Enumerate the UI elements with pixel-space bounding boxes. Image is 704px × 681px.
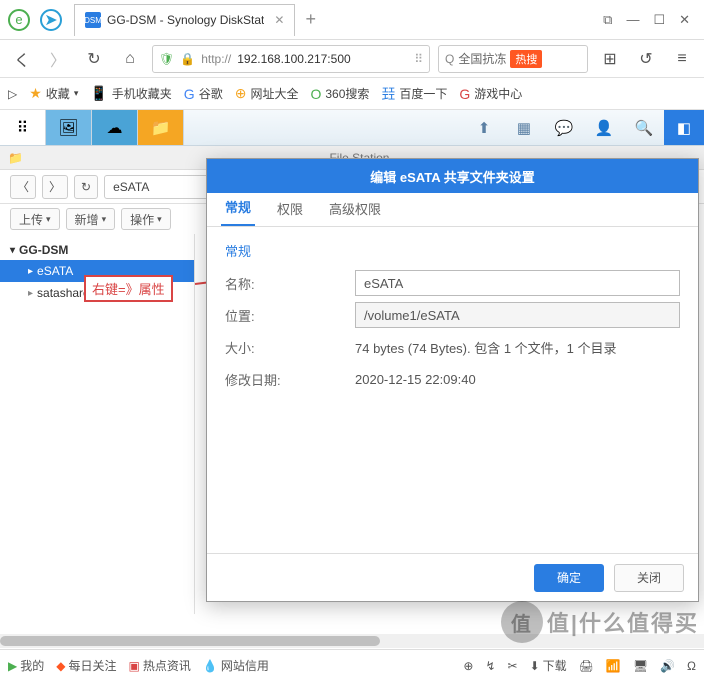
browser-statusbar: ▶我的 ◆每日关注 ▣热点资讯 💧网站信用 ⊕ ↯ ✂ ⬇下载 🖨 📶 🖥 🔊 … — [0, 649, 704, 681]
status-icon3[interactable]: ✂ — [508, 659, 518, 673]
close-button[interactable]: 关闭 — [614, 564, 684, 592]
status-download[interactable]: ⬇下载 — [530, 657, 567, 674]
tree-root[interactable]: ▾GG-DSM — [0, 240, 194, 260]
bookmark-360[interactable]: O360搜索 — [310, 85, 369, 102]
tab-close-icon[interactable]: ✕ — [274, 13, 284, 27]
modified-value: 2020-12-15 22:09:40 — [355, 372, 680, 387]
forward-button[interactable]: 〉 — [44, 45, 72, 73]
window-maximize-icon[interactable]: ☐ — [653, 12, 665, 28]
window-close-icon[interactable]: ✕ — [679, 12, 690, 28]
dsm-upload-icon[interactable]: ⬆ — [464, 110, 504, 145]
window-restore-icon[interactable]: ⧉ — [603, 12, 612, 28]
create-button[interactable]: 新增▾ — [66, 208, 116, 230]
window-minimize-icon[interactable]: — — [626, 12, 639, 28]
qr-icon[interactable]: ⠿ — [414, 52, 423, 66]
bookmarks-bar: ▷ ★收藏▾ 📱手机收藏夹 G谷歌 ⊕网址大全 O360搜索 㠭百度一下 G游戏… — [0, 78, 704, 110]
tab-advanced-permission[interactable]: 高级权限 — [325, 191, 385, 226]
section-header: 常规 — [225, 241, 680, 260]
name-label: 名称: — [225, 274, 355, 293]
dsm-widget-icon[interactable]: ▦ — [504, 110, 544, 145]
address-bar: く 〉 ↻ ⌂ 🛡 🔒 http:// 192.168.100.217:500 ⠿… — [0, 40, 704, 78]
dsm-apps-icon[interactable]: ⠿ — [0, 110, 46, 145]
dialog-body: 常规 名称: eSATA 位置: /volume1/eSATA 大小: 74 b… — [207, 227, 698, 553]
url-text: 192.168.100.217:500 — [237, 52, 350, 66]
tab-permission[interactable]: 权限 — [273, 191, 307, 226]
annotation-label: 右键=》属性 — [84, 275, 173, 302]
status-zoom[interactable]: Ω — [687, 659, 696, 673]
location-label: 位置: — [225, 306, 355, 325]
reload-button[interactable]: ↻ — [80, 45, 108, 73]
bookmark-google[interactable]: G谷歌 — [184, 85, 223, 102]
dialog-title: 编辑 eSATA 共享文件夹设置 — [207, 159, 698, 193]
nav-refresh-button[interactable]: ↻ — [74, 175, 98, 199]
watermark: 值值|什么值得买 — [501, 601, 699, 643]
dsm-cloud-icon[interactable]: ☁ — [92, 110, 138, 145]
search-icon: Q — [445, 52, 454, 66]
status-icon1[interactable]: ⊕ — [463, 659, 473, 673]
status-icon7[interactable]: 🔊 — [660, 659, 675, 673]
status-icon2[interactable]: ↯ — [485, 659, 495, 673]
shield-icon: 🛡 — [159, 52, 174, 66]
extensions-icon[interactable]: ⊞ — [596, 45, 624, 73]
bookmark-sites[interactable]: ⊕网址大全 — [235, 85, 299, 102]
bookmark-baidu[interactable]: 㠭百度一下 — [381, 84, 447, 104]
browser-tab[interactable]: DSM GG-DSM - Synology DiskStat ✕ — [74, 4, 295, 36]
folder-icon: 📁 — [8, 151, 23, 165]
status-icon4[interactable]: 🖨 — [579, 659, 594, 673]
bookmark-mobile[interactable]: 📱手机收藏夹 — [90, 85, 171, 102]
dsm-pin-icon[interactable]: ◧ — [664, 110, 704, 145]
tab-favicon: DSM — [85, 12, 101, 28]
ok-button[interactable]: 确定 — [534, 564, 604, 592]
status-news[interactable]: ▣热点资讯 — [129, 657, 191, 674]
operate-button[interactable]: 操作▾ — [121, 208, 171, 230]
name-input[interactable]: eSATA — [355, 270, 680, 296]
status-icon5[interactable]: 📶 — [606, 659, 621, 673]
nav-forward-button[interactable]: 〉 — [42, 175, 68, 199]
dsm-photo-icon[interactable]: 🖼 — [46, 110, 92, 145]
browser-titlebar: e ➤ DSM GG-DSM - Synology DiskStat ✕ + ⧉… — [0, 0, 704, 40]
properties-dialog: 编辑 eSATA 共享文件夹设置 常规 权限 高级权限 常规 名称: eSATA… — [206, 158, 699, 602]
bookmark-games[interactable]: G游戏中心 — [459, 85, 522, 102]
expand-icon[interactable]: ▷ — [8, 87, 17, 101]
dsm-search-icon[interactable]: 🔍 — [624, 110, 664, 145]
location-input[interactable]: /volume1/eSATA — [355, 302, 680, 328]
size-label: 大小: — [225, 338, 355, 357]
new-tab-button[interactable]: + — [305, 9, 316, 30]
dsm-taskbar: ⠿ 🖼 ☁ 📁 ⬆ ▦ 💬 👤 🔍 ◧ — [0, 110, 704, 146]
dsm-user-icon[interactable]: 👤 — [584, 110, 624, 145]
search-text: 全国抗冻 — [458, 50, 506, 67]
home-button[interactable]: ⌂ — [116, 45, 144, 73]
status-my[interactable]: ▶我的 — [8, 657, 44, 674]
bookmark-favorites[interactable]: ★收藏▾ — [29, 85, 78, 102]
size-value: 74 bytes (74 Bytes). 包含 1 个文件，1 个目录 — [355, 338, 680, 357]
dialog-tabs: 常规 权限 高级权限 — [207, 193, 698, 227]
dialog-buttons: 确定 关闭 — [207, 553, 698, 601]
history-icon[interactable]: ↺ — [632, 45, 660, 73]
dsm-filestation-icon[interactable]: 📁 — [138, 110, 184, 145]
tab-title: GG-DSM - Synology DiskStat — [107, 13, 264, 27]
url-input[interactable]: 🛡 🔒 http:// 192.168.100.217:500 ⠿ — [152, 45, 430, 73]
url-prefix: http:// — [201, 52, 231, 66]
compass-icon[interactable]: ➤ — [40, 9, 62, 31]
browser-logo-icon[interactable]: e — [8, 9, 30, 31]
search-box[interactable]: Q 全国抗冻 热搜 — [438, 45, 588, 73]
status-icon6[interactable]: 🖥 — [633, 659, 648, 673]
dsm-notify-icon[interactable]: 💬 — [544, 110, 584, 145]
back-button[interactable]: く — [8, 45, 36, 73]
upload-button[interactable]: 上传▾ — [10, 208, 60, 230]
status-credit[interactable]: 💧网站信用 — [203, 657, 269, 674]
lock-icon: 🔒 — [180, 52, 195, 66]
tab-general[interactable]: 常规 — [221, 189, 255, 226]
nav-back-button[interactable]: 〈 — [10, 175, 36, 199]
hot-badge: 热搜 — [510, 50, 542, 68]
menu-icon[interactable]: ≡ — [668, 45, 696, 73]
modified-label: 修改日期: — [225, 370, 355, 389]
status-daily[interactable]: ◆每日关注 — [56, 657, 116, 674]
